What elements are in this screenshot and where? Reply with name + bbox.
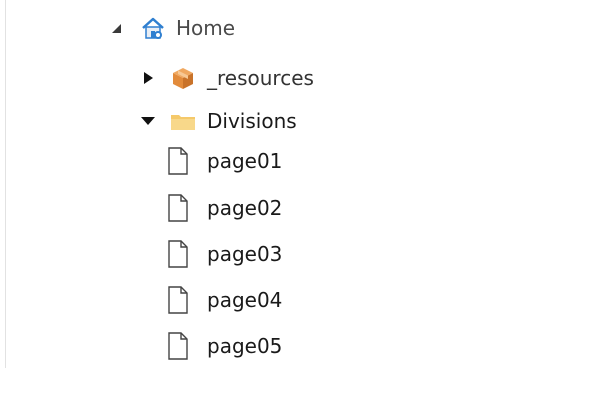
tree-node-label: page02	[207, 196, 283, 220]
file-icon	[166, 239, 190, 269]
file-icon	[166, 146, 190, 176]
file-icon	[166, 285, 190, 315]
tree-node-label: page03	[207, 242, 283, 266]
file-icon	[166, 331, 190, 361]
expanded-toggle-icon[interactable]	[140, 113, 156, 129]
package-icon	[169, 64, 197, 92]
tree-node-label: _resources	[207, 66, 314, 90]
tree-node-page[interactable]: page01	[166, 145, 282, 177]
tree-node-resources[interactable]: _resources	[140, 62, 314, 94]
home-icon	[140, 15, 166, 41]
tree-node-page[interactable]: page03	[166, 238, 282, 270]
tree-node-page[interactable]: page05	[166, 330, 282, 362]
panel-left-border	[5, 0, 6, 368]
tree-node-page[interactable]: page02	[166, 192, 282, 224]
expanded-toggle-icon[interactable]	[108, 20, 124, 36]
file-icon	[166, 193, 190, 223]
tree-node-label: Home	[176, 16, 236, 40]
tree-node-label: page05	[207, 334, 283, 358]
tree-node-home[interactable]: Home	[108, 12, 235, 44]
tree-node-label: page01	[207, 149, 283, 173]
collapsed-toggle-icon[interactable]	[140, 70, 156, 86]
tree-node-divisions[interactable]: Divisions	[140, 105, 297, 137]
tree-node-label: Divisions	[207, 109, 297, 133]
folder-icon	[169, 109, 197, 133]
tree-node-label: page04	[207, 288, 283, 312]
tree-node-page[interactable]: page04	[166, 284, 282, 316]
